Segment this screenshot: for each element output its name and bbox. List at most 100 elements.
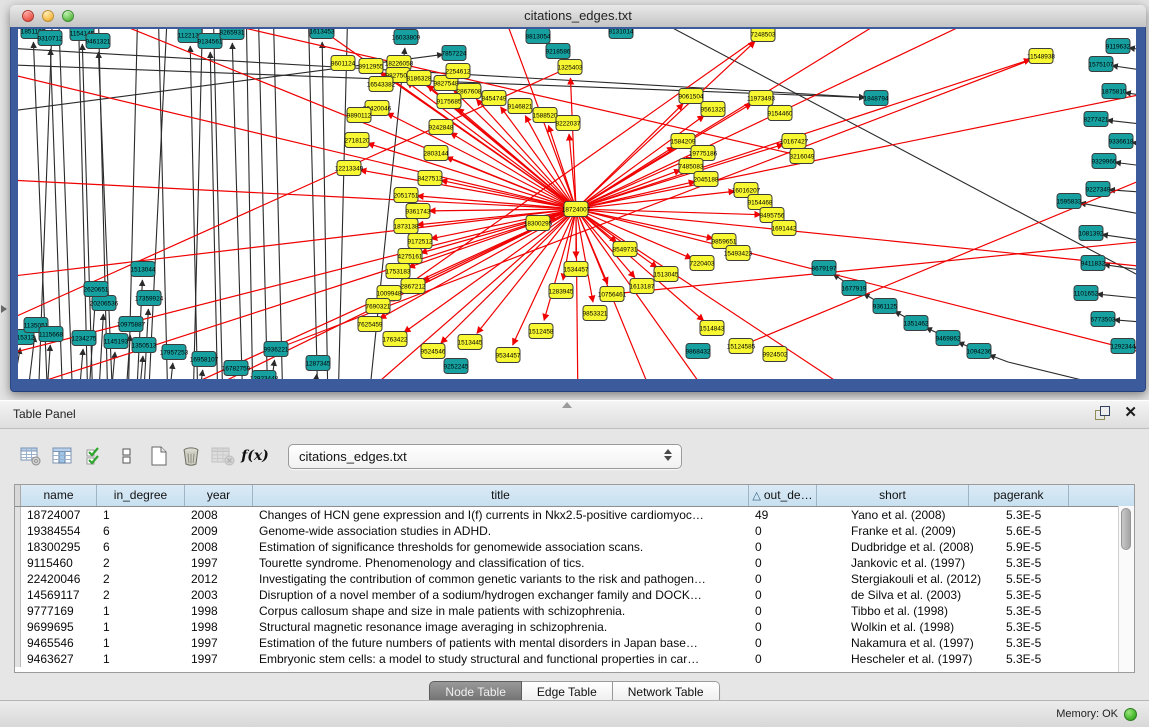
network-node[interactable]: 1513044: [131, 262, 156, 277]
citation-edge-black[interactable]: [210, 52, 218, 379]
network-node[interactable]: 8277421: [1084, 112, 1109, 127]
network-node[interactable]: 9561320: [701, 102, 726, 117]
network-hub-node[interactable]: 18724007: [562, 202, 591, 217]
network-node[interactable]: 1613453: [310, 29, 335, 39]
network-node[interactable]: 8186328: [407, 71, 432, 86]
column-header-out-degree[interactable]: △out_de…: [749, 485, 817, 506]
table-cell[interactable]: 18724007: [21, 507, 97, 523]
citation-edge-black[interactable]: [198, 370, 203, 379]
scrollbar-thumb[interactable]: [1121, 508, 1131, 550]
citation-edge-red[interactable]: [576, 157, 693, 209]
table-cell[interactable]: 2008: [185, 539, 253, 555]
network-node[interactable]: 10167427: [780, 134, 809, 149]
network-node[interactable]: 9119632: [1106, 39, 1131, 54]
network-node[interactable]: 1873138: [394, 219, 419, 234]
minimize-window-button[interactable]: [42, 10, 54, 22]
table-cell[interactable]: Franke et al. (2009): [817, 523, 969, 539]
network-node[interactable]: 9242848: [429, 120, 454, 135]
table-cell[interactable]: 6: [97, 539, 185, 555]
network-node[interactable]: 10975887: [117, 317, 146, 332]
table-cell[interactable]: 0: [749, 651, 817, 667]
table-cell[interactable]: 5.3E-5: [969, 507, 1069, 523]
column-visibility-button[interactable]: [48, 441, 78, 471]
table-row[interactable]: 946362711997Embryonic stem cells: a mode…: [15, 651, 1134, 667]
citation-edge-red[interactable]: [576, 209, 593, 302]
network-node[interactable]: 12923448: [250, 371, 279, 380]
network-node[interactable]: 9853321: [583, 306, 608, 321]
table-cell[interactable]: 6: [97, 523, 185, 539]
network-node[interactable]: 9890112: [347, 108, 372, 123]
network-node[interactable]: 9524546: [421, 344, 446, 359]
network-node[interactable]: 1283945: [549, 284, 574, 299]
network-node[interactable]: 9252245: [444, 359, 469, 374]
network-node[interactable]: 9461321: [86, 34, 111, 49]
column-header-pagerank[interactable]: pagerank: [969, 485, 1069, 506]
table-cell[interactable]: 1997: [185, 555, 253, 571]
table-row[interactable]: 1830029562008Estimation of significance …: [15, 539, 1134, 555]
table-cell[interactable]: 1: [97, 507, 185, 523]
table-cell[interactable]: 5.3E-5: [969, 635, 1069, 651]
split-pane-resize-handle[interactable]: [562, 402, 572, 408]
show-rows-button[interactable]: [112, 441, 142, 471]
network-node[interactable]: 2867212: [401, 279, 426, 294]
network-node[interactable]: 16033809: [392, 30, 421, 45]
table-cell[interactable]: Yano et al. (2008): [817, 507, 969, 523]
citation-edge-black[interactable]: [98, 314, 103, 379]
citation-edge-red[interactable]: [570, 78, 576, 209]
network-node[interactable]: 8813054: [526, 29, 551, 44]
network-node[interactable]: 1512458: [529, 324, 554, 339]
table-cell[interactable]: 5.3E-5: [969, 555, 1069, 571]
network-node[interactable]: 2254612: [446, 64, 471, 79]
table-cell[interactable]: 9777169: [21, 603, 97, 619]
network-node[interactable]: 1287345: [306, 356, 331, 371]
network-node[interactable]: 9411832: [1081, 256, 1106, 271]
network-node[interactable]: 2051751: [394, 188, 419, 203]
network-node[interactable]: 8222037: [556, 116, 581, 131]
citation-edge-black[interactable]: [168, 363, 173, 379]
table-cell[interactable]: Genome-wide association studies in ADHD.: [253, 523, 749, 539]
network-node[interactable]: 9936221: [264, 342, 289, 357]
table-row[interactable]: 969969511998Structural magnetic resonanc…: [15, 619, 1134, 635]
function-builder-button[interactable]: f(x): [240, 441, 270, 471]
network-node[interactable]: 8265931: [220, 29, 245, 40]
network-node[interactable]: 1350513: [132, 338, 157, 353]
table-cell[interactable]: 2: [97, 587, 185, 603]
table-cell[interactable]: 0: [749, 587, 817, 603]
network-node[interactable]: 9175685: [437, 94, 462, 109]
table-row[interactable]: 1872400712008Changes of HCN gene express…: [15, 507, 1134, 523]
network-node[interactable]: 16782759: [222, 361, 251, 376]
network-node[interactable]: 7690321: [366, 299, 391, 314]
citation-edge-black[interactable]: [78, 349, 83, 379]
table-cell[interactable]: 0: [749, 603, 817, 619]
network-node[interactable]: 7248503: [751, 29, 776, 42]
network-node[interactable]: 1753183: [386, 264, 411, 279]
network-node[interactable]: 8131014: [609, 29, 634, 39]
network-node[interactable]: 9310712: [38, 31, 63, 46]
citation-edge-black[interactable]: [273, 29, 283, 379]
citation-edge-red[interactable]: [576, 104, 752, 209]
network-node[interactable]: 15124585: [727, 339, 756, 354]
table-cell[interactable]: Embryonic stem cells: a model to study s…: [253, 651, 749, 667]
citation-edge-black[interactable]: [322, 42, 328, 379]
network-node[interactable]: 6773503: [1091, 312, 1116, 327]
table-cell[interactable]: Estimation of significance thresholds fo…: [253, 539, 749, 555]
network-node[interactable]: 9469862: [936, 331, 961, 346]
table-cell[interactable]: Dudbridge et al. (2008): [817, 539, 969, 555]
network-node[interactable]: 2803144: [424, 146, 449, 161]
network-node[interactable]: 1613187: [630, 279, 655, 294]
table-row[interactable]: 946554611997Estimation of the future num…: [15, 635, 1134, 651]
network-node[interactable]: 1514843: [700, 321, 725, 336]
column-header-in-degree[interactable]: in_degree: [97, 485, 185, 506]
network-node[interactable]: 1145193: [104, 334, 129, 349]
table-cell[interactable]: 0: [749, 539, 817, 555]
network-node[interactable]: 1101652: [1074, 286, 1099, 301]
citation-edge-black[interactable]: [190, 46, 198, 379]
network-node[interactable]: 9061504: [679, 89, 704, 104]
citation-edge-black[interactable]: [1115, 162, 1136, 169]
network-node[interactable]: 1351462: [904, 316, 929, 331]
table-cell[interactable]: 5.3E-5: [969, 619, 1069, 635]
network-node[interactable]: 8912955: [359, 59, 384, 74]
network-node[interactable]: 1081392: [1079, 226, 1104, 241]
network-node[interactable]: 18300295: [524, 216, 553, 231]
network-node[interactable]: 1763422: [383, 332, 408, 347]
